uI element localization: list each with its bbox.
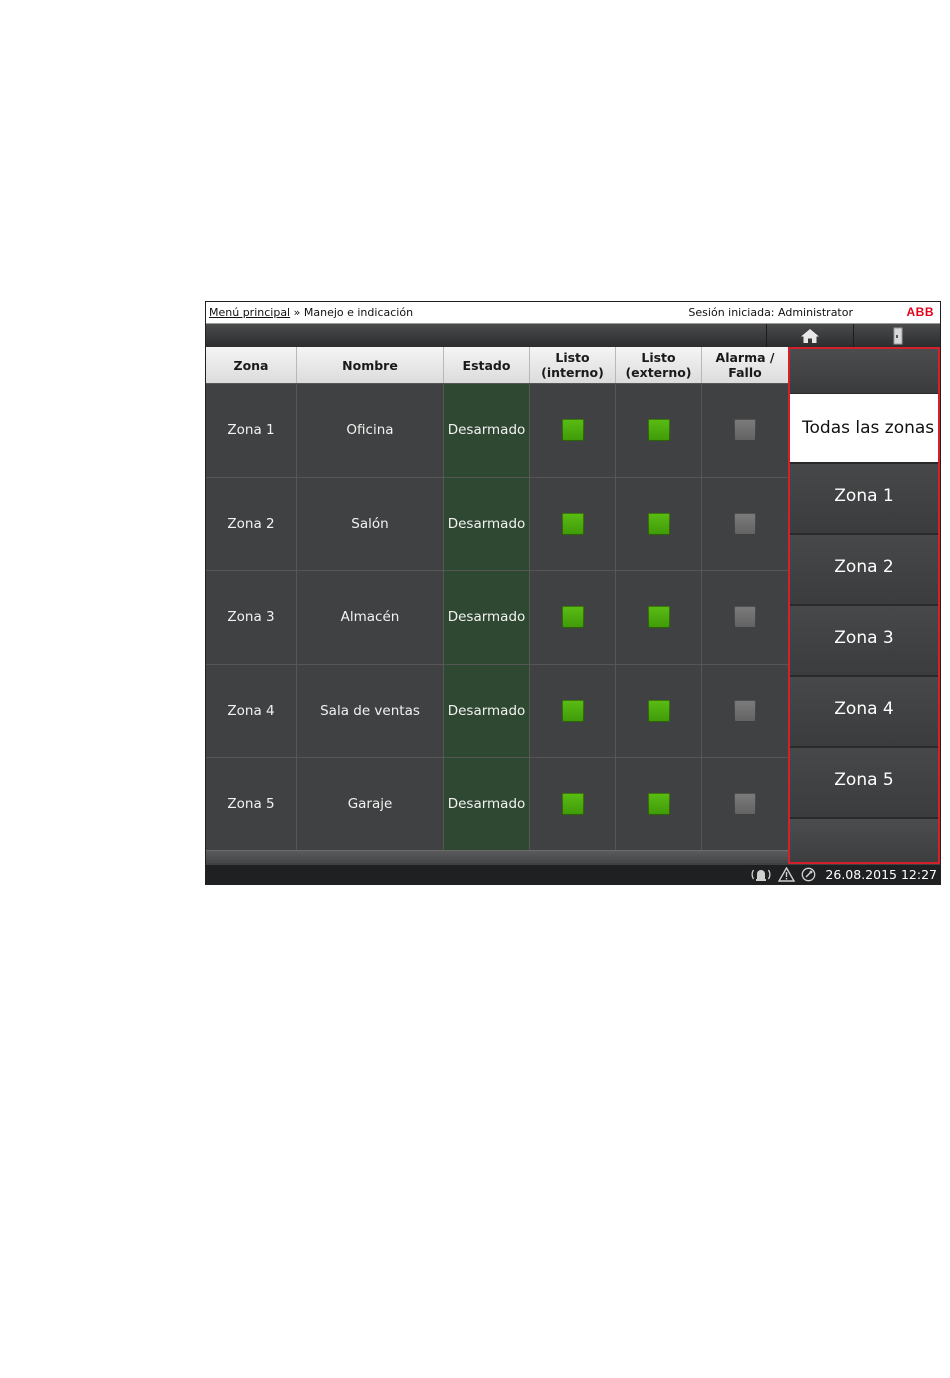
- alarm-fault-indicator: [734, 699, 756, 722]
- alarm-fault-indicator: [734, 419, 756, 442]
- status-bar: 26.08.2015 12:27: [206, 865, 940, 884]
- zone-selector-scroll-down[interactable]: [790, 817, 938, 862]
- ready-internal-indicator: [561, 606, 584, 629]
- zone-number: Zona 4: [206, 664, 297, 757]
- ready-external-indicator: [647, 793, 670, 816]
- zone-selector-item-5[interactable]: Zona 5: [790, 746, 938, 817]
- zone-name: Sala de ventas: [297, 664, 444, 757]
- alarm-broadcast-icon[interactable]: [750, 867, 772, 882]
- zone-name: Salón: [297, 477, 444, 570]
- header-alarma-fallo: Alarma / Fallo: [715, 350, 775, 380]
- zone-state: Desarmado: [444, 571, 530, 664]
- header-listo-interno: Listo (interno): [530, 347, 616, 383]
- ready-internal-indicator: [561, 699, 584, 722]
- zone-selector-panel: Todas las zonas Zona 1 Zona 2 Zona 3 Zon…: [788, 347, 940, 864]
- header-listo-externo: Listo (externo): [616, 347, 702, 383]
- status-datetime: 26.08.2015 12:27: [825, 867, 937, 882]
- top-bar: Menú principal » Manejo e indicación Ses…: [206, 302, 940, 324]
- table-row[interactable]: Zona 2 Salón Desarmado: [206, 476, 788, 570]
- zone-state: Desarmado: [444, 477, 530, 570]
- ready-internal-indicator: [561, 512, 584, 535]
- abb-logo: ABB: [906, 305, 934, 319]
- zone-selector-item-1[interactable]: Zona 1: [790, 462, 938, 533]
- breadcrumb-separator: »: [290, 306, 304, 319]
- zone-selector-item-4[interactable]: Zona 4: [790, 675, 938, 746]
- zone-state: Desarmado: [444, 758, 530, 851]
- ready-external-indicator: [647, 606, 670, 629]
- home-icon: [801, 328, 819, 343]
- session-status: Sesión iniciada: Administrator: [688, 306, 853, 319]
- table-row[interactable]: Zona 5 Garaje Desarmado: [206, 757, 788, 851]
- zone-table: Zona Nombre Estado Listo (interno) Listo…: [206, 347, 788, 851]
- ready-external-indicator: [647, 512, 670, 535]
- door-icon: [893, 327, 902, 344]
- header-zona: Zona: [206, 347, 297, 383]
- zone-state: Desarmado: [444, 384, 530, 477]
- zone-selector-scroll-up[interactable]: [790, 349, 938, 394]
- zone-number: Zona 5: [206, 758, 297, 851]
- table-row[interactable]: Zona 3 Almacén Desarmado: [206, 570, 788, 664]
- zone-name: Oficina: [297, 384, 444, 477]
- alarm-fault-indicator: [734, 606, 756, 629]
- ready-internal-indicator: [561, 419, 584, 442]
- zone-selector-item-2[interactable]: Zona 2: [790, 533, 938, 604]
- alarm-fault-indicator: [734, 793, 756, 816]
- zone-number: Zona 3: [206, 571, 297, 664]
- logout-button[interactable]: [853, 324, 940, 347]
- table-header: Zona Nombre Estado Listo (interno) Listo…: [206, 347, 788, 383]
- power-icon[interactable]: [801, 867, 816, 882]
- ready-external-indicator: [647, 419, 670, 442]
- alarm-fault-indicator: [734, 512, 756, 535]
- home-button[interactable]: [766, 324, 853, 347]
- status-icons: [750, 867, 816, 882]
- header-estado: Estado: [444, 347, 530, 383]
- zone-selector-item-3[interactable]: Zona 3: [790, 604, 938, 675]
- zone-number: Zona 1: [206, 384, 297, 477]
- breadcrumb-current: Manejo e indicación: [303, 306, 414, 319]
- table-scroll-area[interactable]: [206, 850, 788, 863]
- zone-name: Garaje: [297, 758, 444, 851]
- nav-bar: [206, 324, 940, 347]
- header-nombre: Nombre: [297, 347, 444, 383]
- table-row[interactable]: Zona 4 Sala de ventas Desarmado: [206, 663, 788, 757]
- zone-selector-all-zones[interactable]: Todas las zonas: [790, 394, 938, 462]
- ready-external-indicator: [647, 699, 670, 722]
- breadcrumb: Menú principal » Manejo e indicación: [209, 306, 413, 319]
- zone-number: Zona 2: [206, 477, 297, 570]
- zone-state: Desarmado: [444, 664, 530, 757]
- table-row[interactable]: Zona 1 Oficina Desarmado: [206, 383, 788, 477]
- breadcrumb-main-menu-link[interactable]: Menú principal: [209, 306, 290, 319]
- warning-icon[interactable]: [778, 867, 795, 882]
- zone-name: Almacén: [297, 571, 444, 664]
- ready-internal-indicator: [561, 793, 584, 816]
- app-screen: Menú principal » Manejo e indicación Ses…: [205, 301, 941, 885]
